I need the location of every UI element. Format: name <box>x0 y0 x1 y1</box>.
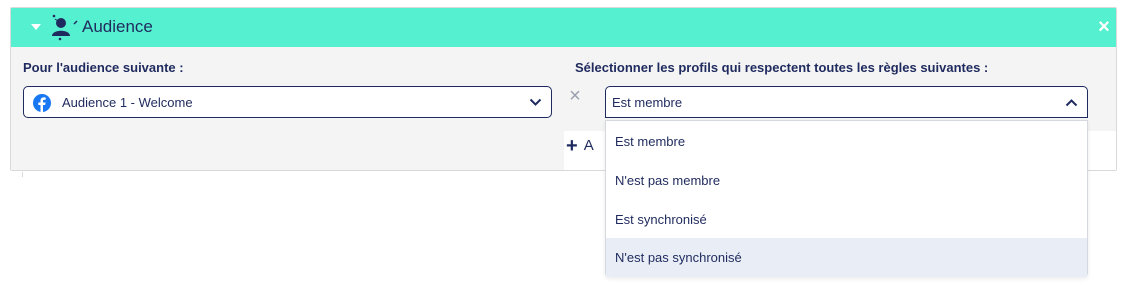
rule-dropdown-menu: Est membre N'est pas membre Est synchron… <box>605 120 1088 277</box>
dropdown-option[interactable]: Est synchronisé <box>606 200 1087 239</box>
close-icon[interactable]: × <box>1095 17 1113 37</box>
divider <box>22 172 23 177</box>
add-rule-label: A <box>583 137 594 154</box>
audience-label: Pour l'audience suivante : <box>23 60 184 75</box>
rules-label: Sélectionner les profils qui respectent … <box>575 60 989 75</box>
audience-icon <box>52 14 78 41</box>
dropdown-option[interactable]: N'est pas membre <box>606 161 1087 200</box>
add-rule-button[interactable]: + A <box>566 135 594 158</box>
panel-header[interactable]: Audience × <box>11 8 1116 47</box>
chevron-down-icon <box>529 98 542 106</box>
panel-title: Audience <box>82 17 153 36</box>
dropdown-option-highlighted[interactable]: N'est pas synchronisé <box>606 238 1087 277</box>
plus-icon: + <box>566 135 578 157</box>
rule-select[interactable]: Est membre <box>605 86 1088 118</box>
remove-rule-icon[interactable]: × <box>565 86 585 106</box>
chevron-up-icon <box>1065 99 1078 107</box>
audience-select-value: Audience 1 - Welcome <box>62 95 193 110</box>
dropdown-option[interactable]: Est membre <box>606 122 1087 161</box>
audience-select[interactable]: Audience 1 - Welcome <box>23 86 552 118</box>
rule-select-value: Est membre <box>612 95 683 110</box>
facebook-icon <box>33 94 51 112</box>
collapse-caret-icon[interactable] <box>31 24 41 30</box>
